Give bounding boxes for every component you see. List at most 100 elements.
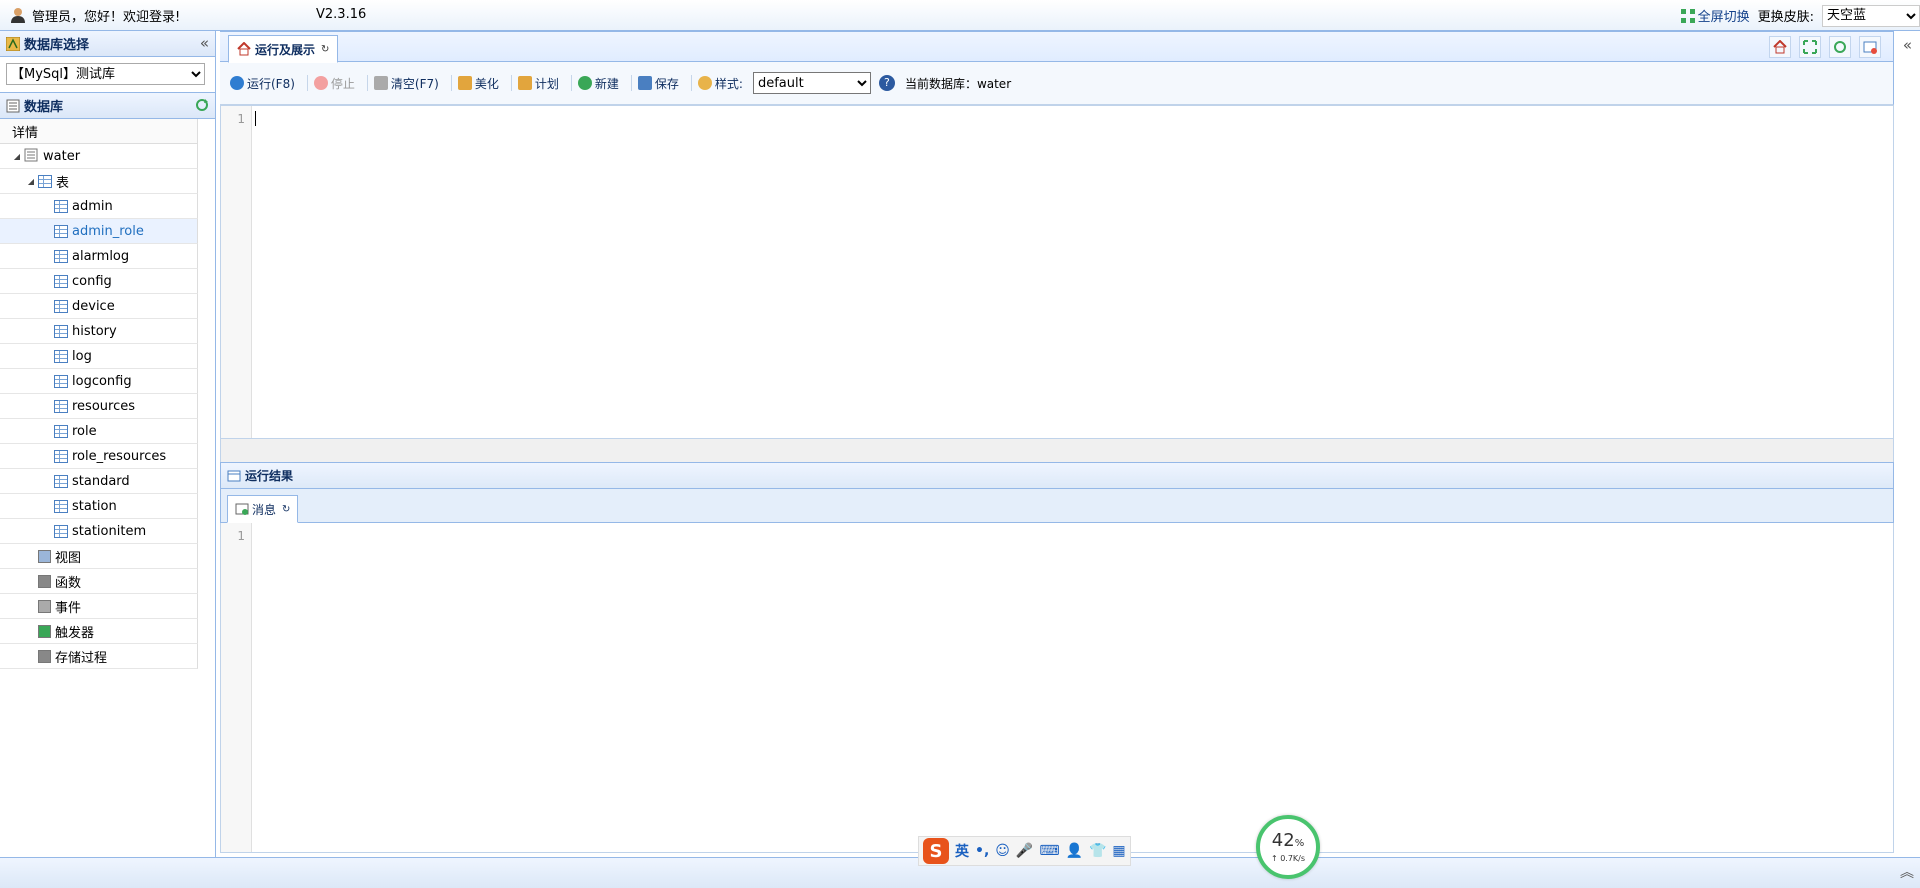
tree-node-table[interactable]: logconfig [0, 369, 198, 394]
microphone-icon[interactable]: 🎤 [1016, 843, 1033, 859]
plan-label: 计划 [534, 76, 559, 91]
database-list-icon [6, 99, 20, 112]
ime-toolbar: S 英 •, ☺ 🎤 ⌨ 👤 👕 ▦ [918, 836, 1131, 866]
add-icon [577, 76, 592, 90]
tree-node-table[interactable]: standard [0, 469, 198, 494]
keyboard-icon[interactable]: ⌨ [1039, 843, 1059, 859]
tree-node-label: resources [72, 398, 136, 414]
tree-node-trigger[interactable]: 触发器 [0, 619, 198, 644]
tab-message-label: 消息 [252, 502, 277, 517]
fullscreen-toggle[interactable]: 全屏切换 [1680, 6, 1750, 25]
table-icon [54, 399, 68, 413]
table-icon [54, 524, 68, 538]
main-area: 运行及展示 ↻ 运行(F8) 停止 清空(F7) 美化 计划 新建 保存 样式:… [220, 31, 1894, 853]
database-icon [24, 148, 40, 164]
clear-button[interactable]: 清空(F7) [373, 75, 439, 92]
tree-node-table[interactable]: station [0, 494, 198, 519]
sql-editor[interactable]: 1 [220, 105, 1894, 439]
beautify-label: 美化 [474, 76, 499, 91]
current-db-label: 当前数据库：water [904, 76, 1012, 91]
tree-node-event[interactable]: 事件 [0, 594, 198, 619]
table-icon [54, 474, 68, 488]
tree-node-view[interactable]: 视图 [0, 544, 198, 569]
style-select[interactable]: default [752, 72, 871, 94]
help-icon[interactable]: ? [878, 75, 895, 91]
refresh-icon[interactable] [195, 98, 209, 116]
skin-label: 更换皮肤: [1757, 10, 1814, 25]
tab-refresh-icon[interactable]: ↻ [321, 44, 329, 55]
tree-node-table[interactable]: admin [0, 194, 198, 219]
beautify-button[interactable]: 美化 [457, 75, 499, 92]
ime-punctuation[interactable]: •, [975, 843, 989, 859]
table-icon [54, 349, 68, 363]
tree-node-tables[interactable]: ◢ 表 [0, 169, 198, 194]
tree-node-table[interactable]: log [0, 344, 198, 369]
view-icon [38, 549, 51, 563]
editor-gutter: 1 [221, 106, 252, 438]
skin-shirt-icon[interactable]: 👕 [1089, 843, 1106, 859]
tree-node-table[interactable]: resources [0, 394, 198, 419]
fullscreen-icon [1680, 8, 1695, 23]
ime-language[interactable]: 英 [955, 841, 969, 861]
emoji-icon[interactable]: ☺ [995, 843, 1010, 859]
collapse-left-icon[interactable]: « [200, 34, 209, 52]
tree-node-table[interactable]: alarmlog [0, 244, 198, 269]
tree-node-table[interactable]: device [0, 294, 198, 319]
tab-refresh-icon[interactable]: ↻ [282, 504, 290, 515]
stop-button[interactable]: 停止 [313, 75, 355, 92]
plan-button[interactable]: 计划 [517, 75, 559, 92]
reload-icon[interactable] [1829, 36, 1851, 58]
new-button[interactable]: 新建 [577, 75, 619, 92]
close-tabs-icon[interactable] [1859, 36, 1881, 58]
tree-node-function[interactable]: 函数 [0, 569, 198, 594]
panel-splitter[interactable] [220, 439, 1894, 462]
table-icon [54, 274, 68, 288]
tree-node-label: alarmlog [72, 248, 130, 264]
tree-node-label: 视图 [55, 550, 82, 566]
line-number: 1 [237, 112, 245, 126]
home-button-icon[interactable] [1769, 36, 1791, 58]
grid-menu-icon[interactable]: ▦ [1112, 843, 1125, 859]
table-icon [54, 449, 68, 463]
user-profile-icon[interactable]: 👤 [1066, 843, 1083, 859]
db-tree: 详情 ◢ water ◢ 表 admin admin_role alarmlog co… [0, 119, 198, 669]
table-icon [54, 299, 68, 313]
db-select-area: 【MySql】测试库 [0, 57, 215, 93]
tree-node-table[interactable]: config [0, 269, 198, 294]
network-speed-widget[interactable]: 42% ↑ 0.7K/s [1256, 815, 1320, 879]
tree-node-label: standard [72, 473, 130, 489]
table-icon [54, 499, 68, 513]
db-panel-header: 数据库 [0, 93, 215, 119]
table-icon [54, 224, 68, 238]
result-output[interactable]: 1 [220, 523, 1894, 853]
table-icon [54, 249, 68, 263]
save-button[interactable]: 保存 [637, 75, 679, 92]
table-icon [54, 374, 68, 388]
expand-up-icon[interactable]: ︽ [1900, 862, 1914, 882]
database-select[interactable]: 【MySql】测试库 [6, 63, 205, 85]
tree-node-procedure[interactable]: 存储过程 [0, 644, 198, 669]
skin-select[interactable]: 天空蓝 [1822, 4, 1920, 27]
maximize-icon[interactable] [1799, 36, 1821, 58]
tree-node-table[interactable]: admin_role [0, 219, 198, 244]
tab-run-display[interactable]: 运行及展示 ↻ [228, 35, 339, 63]
tree-node-table[interactable]: role [0, 419, 198, 444]
table-icon [54, 424, 68, 438]
tree-node-label: 函数 [55, 575, 82, 591]
tree-node-table[interactable]: role_resources [0, 444, 198, 469]
top-bar: 管理员，您好！欢迎登录! V2.3.16 全屏切换 更换皮肤: 天空蓝 [0, 0, 1920, 31]
expand-icon[interactable]: ◢ [10, 152, 24, 161]
tree-node-water[interactable]: ◢ water [0, 144, 198, 169]
collapse-right-icon[interactable]: « [1903, 36, 1912, 54]
expand-icon[interactable]: ◢ [24, 177, 38, 186]
sogou-logo-icon[interactable]: S [923, 838, 949, 864]
database-select-icon [6, 36, 20, 51]
stop-label: 停止 [330, 76, 355, 91]
beautify-icon [457, 76, 472, 90]
tab-message[interactable]: 消息 ↻ [227, 495, 299, 523]
run-button[interactable]: 运行(F8) [230, 75, 295, 92]
table-folder-icon [38, 174, 52, 188]
tree-node-table[interactable]: history [0, 319, 198, 344]
tree-node-table[interactable]: stationitem [0, 519, 198, 544]
tree-node-label: 存储过程 [55, 650, 108, 666]
